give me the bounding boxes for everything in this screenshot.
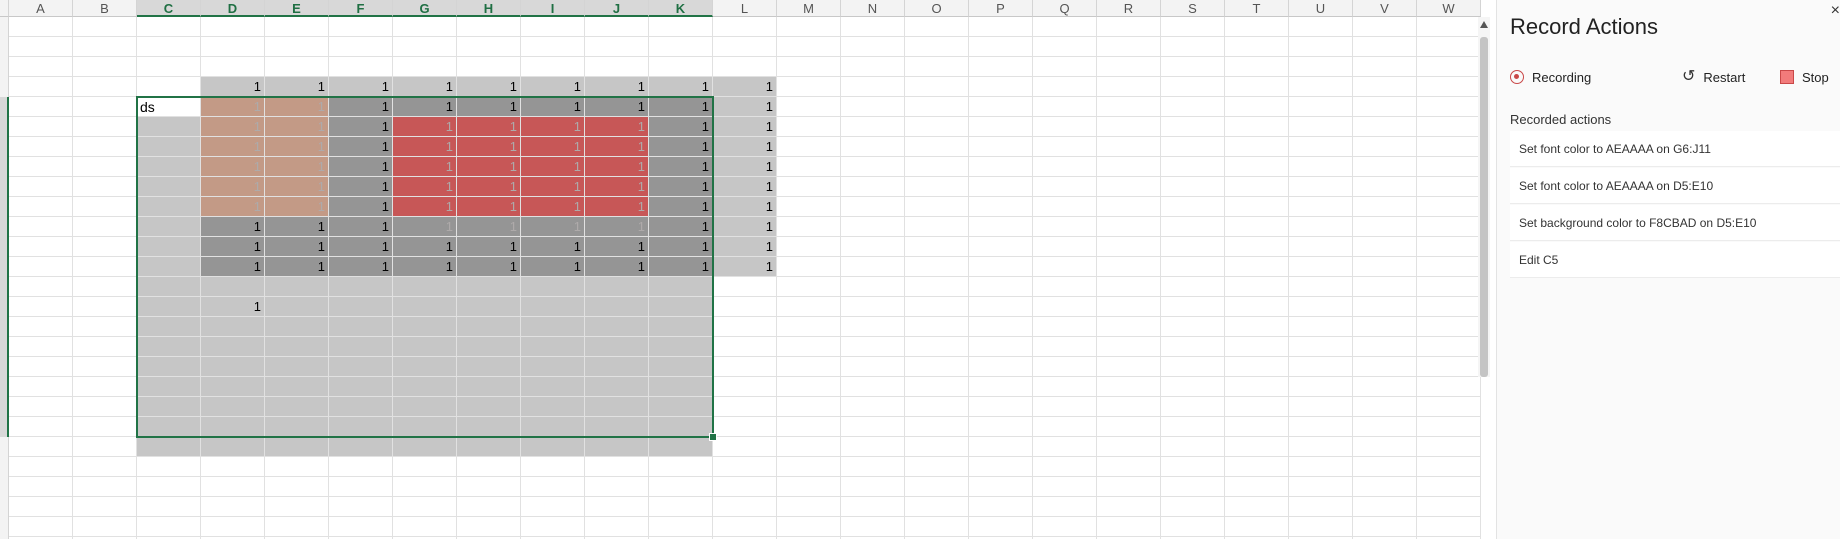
- spreadsheet-grid[interactable]: ABCDEFGHIJKLMNOPQRSTUVW 1 1 1 1 1 1 1 1 1 1 1 1 1 1 1 1 1…: [0, 0, 1484, 539]
- cell-value: 1: [573, 79, 581, 94]
- recording-button[interactable]: Recording: [1510, 67, 1591, 87]
- scroll-up-arrow-icon[interactable]: [1480, 21, 1488, 28]
- cell-value: 1: [381, 79, 389, 94]
- recorded-actions-heading: Recorded actions: [1510, 112, 1612, 127]
- column-header-i[interactable]: I: [521, 0, 585, 17]
- recorded-action-item[interactable]: Set background color to F8CBAD on D5:E10: [1510, 205, 1840, 241]
- stop-label: Stop: [1802, 69, 1829, 85]
- gridline-horizontal: [9, 476, 1481, 477]
- column-header-q[interactable]: Q: [1033, 0, 1097, 17]
- column-header-p[interactable]: P: [969, 0, 1033, 17]
- gridline-horizontal: [9, 536, 1481, 537]
- cell-value: 1: [765, 239, 773, 254]
- column-header-l[interactable]: L: [713, 0, 777, 17]
- cell-value: 1: [765, 139, 773, 154]
- row-header[interactable]: [0, 77, 9, 97]
- restart-button[interactable]: ↺ Restart: [1682, 67, 1745, 87]
- scrollbar-thumb[interactable]: [1480, 37, 1488, 377]
- column-header-g[interactable]: G: [393, 0, 457, 17]
- row-header[interactable]: [0, 237, 9, 257]
- column-header-j[interactable]: J: [585, 0, 649, 17]
- column-header-u[interactable]: U: [1289, 0, 1353, 17]
- column-header-f[interactable]: F: [329, 0, 393, 17]
- row-header[interactable]: [0, 57, 9, 77]
- cell-value: 1: [445, 79, 453, 94]
- cell-value: 1: [637, 79, 645, 94]
- row-header[interactable]: [0, 477, 9, 497]
- column-header-e[interactable]: E: [265, 0, 329, 17]
- cell-value: 1: [765, 219, 773, 234]
- row-header[interactable]: [0, 377, 9, 397]
- stop-button[interactable]: Stop: [1780, 67, 1829, 87]
- column-header-n[interactable]: N: [841, 0, 905, 17]
- row-header[interactable]: [0, 337, 9, 357]
- gridline-horizontal: [9, 496, 1481, 497]
- restart-label: Restart: [1703, 69, 1746, 85]
- restart-icon: ↺: [1682, 68, 1696, 85]
- column-header-c[interactable]: C: [137, 0, 201, 17]
- row-header[interactable]: [0, 217, 9, 237]
- cell-value: 1: [765, 99, 773, 114]
- row-header[interactable]: [0, 497, 9, 517]
- column-header-t[interactable]: T: [1225, 0, 1289, 17]
- column-header-h[interactable]: H: [457, 0, 521, 17]
- column-header-o[interactable]: O: [905, 0, 969, 17]
- record-icon: [1510, 70, 1524, 84]
- selection-range[interactable]: [136, 96, 714, 438]
- row-header[interactable]: [0, 177, 9, 197]
- cell-text: ds: [140, 99, 155, 115]
- recording-label: Recording: [1532, 69, 1592, 85]
- row-header[interactable]: [0, 137, 9, 157]
- row-header[interactable]: [0, 117, 9, 137]
- column-header-s[interactable]: S: [1161, 0, 1225, 17]
- cell-value: 1: [317, 79, 325, 94]
- row-header[interactable]: [0, 197, 9, 217]
- panel-title: Record Actions: [1510, 14, 1658, 39]
- row-header[interactable]: [0, 317, 9, 337]
- recorded-action-item[interactable]: Set font color to AEAAAA on G6:J11: [1510, 131, 1840, 167]
- row-header[interactable]: [0, 457, 9, 477]
- column-header-k[interactable]: K: [649, 0, 713, 17]
- column-header-b[interactable]: B: [73, 0, 137, 17]
- row-header[interactable]: [0, 17, 9, 37]
- cell-value: 1: [765, 79, 773, 94]
- cell-value: 1: [253, 79, 261, 94]
- row-header[interactable]: [0, 517, 9, 537]
- cell-value: 1: [765, 119, 773, 134]
- column-header-m[interactable]: M: [777, 0, 841, 17]
- stop-icon: [1780, 70, 1794, 84]
- row-header[interactable]: [0, 437, 9, 457]
- row-header[interactable]: [0, 37, 9, 57]
- row-header[interactable]: [0, 417, 9, 437]
- row-header[interactable]: [0, 97, 9, 117]
- gridline-horizontal: [9, 516, 1481, 517]
- column-header-r[interactable]: R: [1097, 0, 1161, 17]
- cell-value: 1: [509, 79, 517, 94]
- cell-value: 1: [765, 179, 773, 194]
- recorded-action-item[interactable]: Edit C5: [1510, 242, 1840, 278]
- record-actions-panel: Record Actions × Recording ↺ Restart Sto…: [1496, 0, 1840, 539]
- gridline-horizontal: [9, 56, 1481, 57]
- gridline-horizontal: [9, 36, 1481, 37]
- cell-value: 1: [701, 79, 709, 94]
- row-header[interactable]: [0, 297, 9, 317]
- select-all-corner[interactable]: [0, 0, 9, 17]
- row-header[interactable]: [0, 157, 9, 177]
- fill-handle[interactable]: [709, 433, 717, 441]
- column-header-a[interactable]: A: [9, 0, 73, 17]
- column-header-w[interactable]: W: [1417, 0, 1481, 17]
- row-header[interactable]: [0, 277, 9, 297]
- cell-value: 1: [765, 259, 773, 274]
- vertical-scrollbar[interactable]: [1478, 17, 1490, 377]
- column-header-v[interactable]: V: [1353, 0, 1417, 17]
- cell-value: 1: [765, 199, 773, 214]
- row-header[interactable]: [0, 357, 9, 377]
- row-header[interactable]: [0, 257, 9, 277]
- row-header[interactable]: [0, 397, 9, 417]
- column-header-d[interactable]: D: [201, 0, 265, 17]
- recorded-action-item[interactable]: Set font color to AEAAAA on D5:E10: [1510, 168, 1840, 204]
- cell-value: 1: [765, 159, 773, 174]
- close-icon[interactable]: ×: [1831, 2, 1840, 20]
- gridline-horizontal: [9, 456, 1481, 457]
